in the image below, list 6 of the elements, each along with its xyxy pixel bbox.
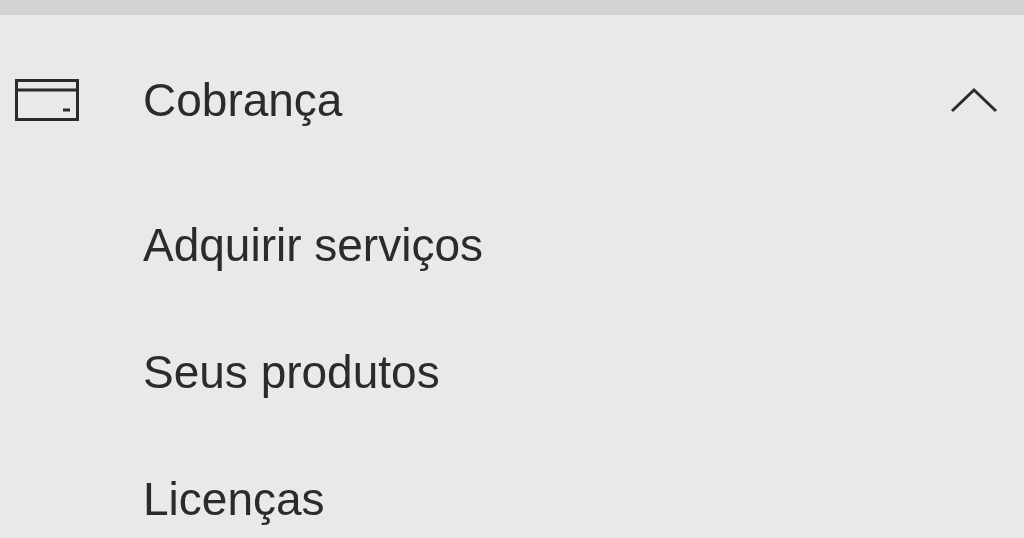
card-icon (15, 79, 79, 121)
menu-item[interactable]: Adquirir serviços (143, 215, 483, 275)
menu-item[interactable]: Seus produtos (143, 342, 440, 402)
section-title[interactable]: Cobrança (143, 70, 950, 130)
chevron-up-icon[interactable] (950, 87, 998, 113)
menu-item[interactable]: Licenças (143, 469, 325, 529)
